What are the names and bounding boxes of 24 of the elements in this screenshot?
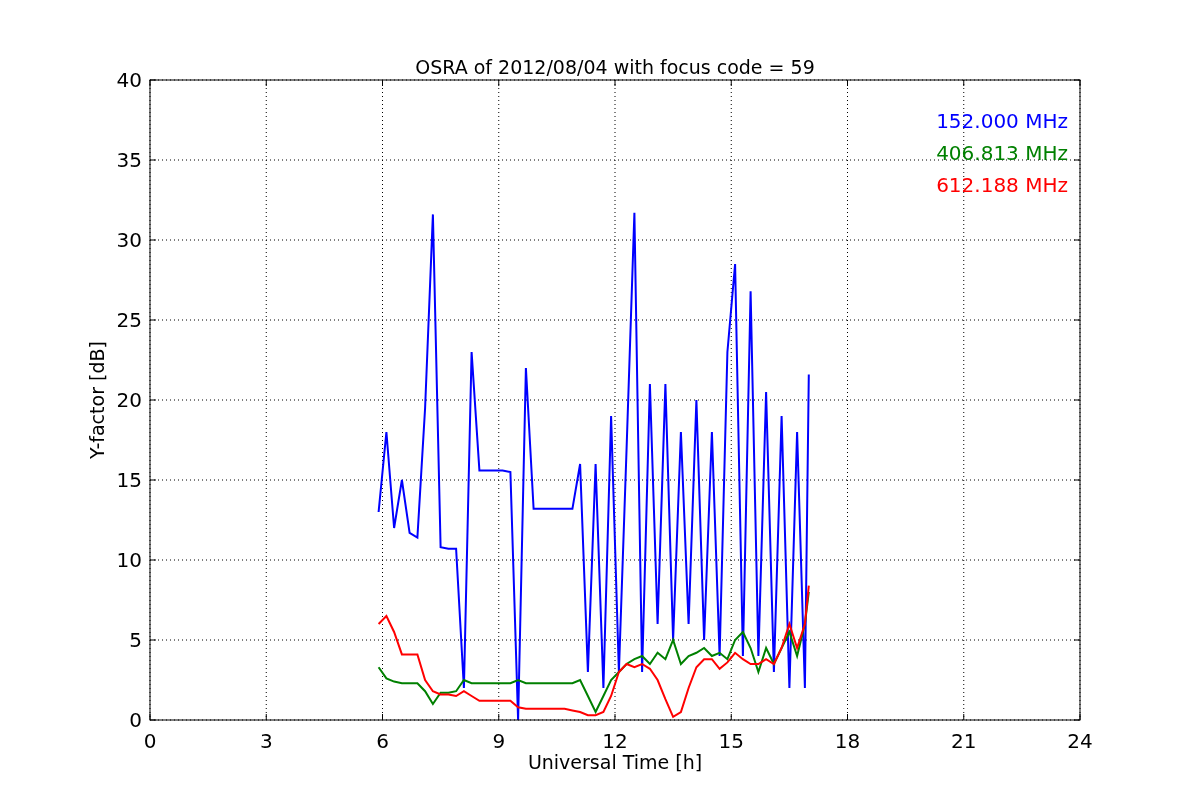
tick-label: 25 <box>116 308 142 332</box>
tick-label: 12 <box>602 729 628 753</box>
legend-label: 406.813 MHz <box>936 141 1068 165</box>
tick-label: 24 <box>1067 729 1093 753</box>
tick-label: 0 <box>129 708 142 732</box>
axis-label: Y-factor [dB] <box>86 341 108 459</box>
chart-title: OSRA of 2012/08/04 with focus code = 59 <box>415 56 815 78</box>
tick-label: 3 <box>259 729 273 753</box>
tick-label: 40 <box>116 68 142 92</box>
tick-label: 15 <box>116 468 142 492</box>
tick-label: 15 <box>718 729 744 753</box>
tick-label: 0 <box>143 729 157 753</box>
tick-label: 6 <box>376 729 389 753</box>
tick-label: 20 <box>116 388 142 412</box>
tick-label: 30 <box>116 228 142 252</box>
tick-label: 5 <box>129 628 142 652</box>
tick-label: 21 <box>951 729 977 753</box>
legend-label: 612.188 MHz <box>936 173 1068 197</box>
tick-label: 9 <box>492 729 506 753</box>
tick-label: 10 <box>116 548 142 572</box>
axis-label: Universal Time [h] <box>527 751 703 773</box>
legend-label: 152.000 MHz <box>936 109 1068 133</box>
tick-label: 18 <box>834 729 861 753</box>
tick-label: 35 <box>116 148 142 172</box>
